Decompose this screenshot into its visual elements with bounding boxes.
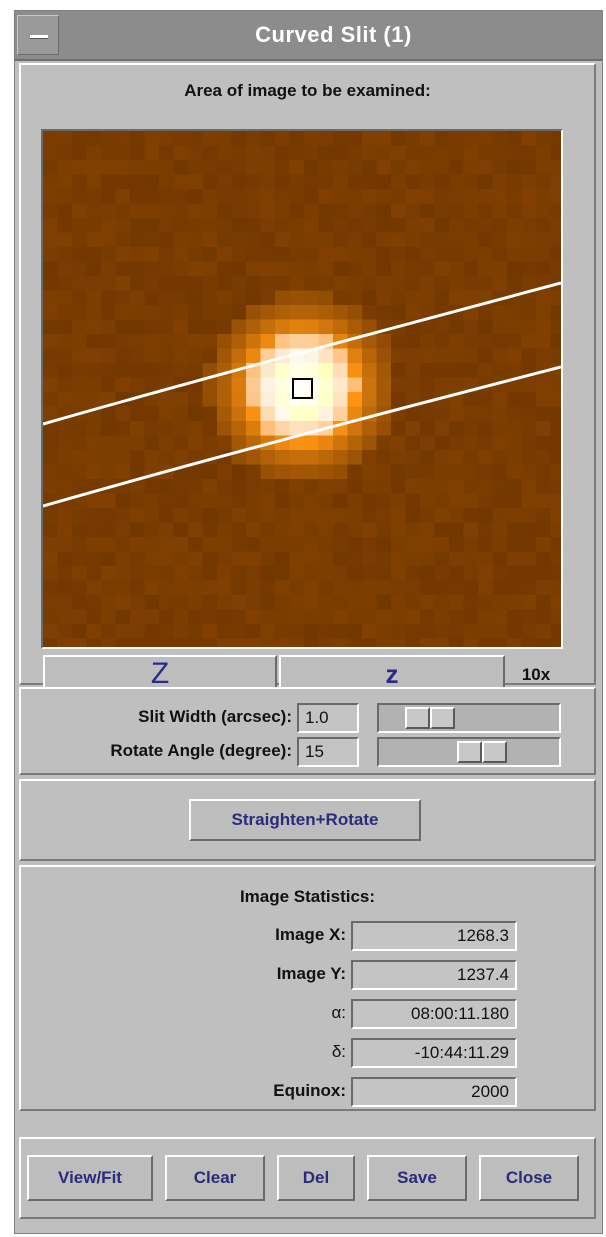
alpha-label: α: xyxy=(331,1003,346,1022)
slit-width-label: Slit Width (arcsec): xyxy=(138,707,292,726)
rotate-angle-slider-thumb[interactable] xyxy=(457,741,507,763)
rotate-angle-slider[interactable] xyxy=(377,737,561,767)
minimize-icon xyxy=(30,35,48,38)
slit-width-field[interactable]: 1.0 xyxy=(297,703,359,733)
close-button[interactable]: Close xyxy=(479,1155,579,1201)
straighten-rotate-button[interactable]: Straighten+Rotate xyxy=(189,799,421,841)
image-x-label: Image X: xyxy=(275,925,346,944)
view-fit-button[interactable]: View/Fit xyxy=(27,1155,153,1201)
image-viewer[interactable] xyxy=(41,129,563,649)
rotate-angle-field[interactable]: 15 xyxy=(297,737,359,767)
image-y-label: Image Y: xyxy=(276,964,346,983)
save-button[interactable]: Save xyxy=(367,1155,467,1201)
window-menu-button[interactable] xyxy=(17,15,59,55)
title-bar[interactable]: Curved Slit (1) xyxy=(15,11,602,61)
clear-button[interactable]: Clear xyxy=(165,1155,265,1201)
image-area-title: Area of image to be examined: xyxy=(184,81,431,100)
slit-width-slider-thumb[interactable] xyxy=(405,707,455,729)
slit-settings-section: Slit Width (arcsec): 1.0 Rotate Angle (d… xyxy=(19,687,596,775)
delta-value: -10:44:11.29 xyxy=(351,1038,517,1068)
del-button[interactable]: Del xyxy=(277,1155,355,1201)
curved-slit-window: Curved Slit (1) Area of image to be exam… xyxy=(14,10,603,1234)
delta-label: δ: xyxy=(331,1042,346,1061)
straighten-section: Straighten+Rotate xyxy=(19,779,596,861)
rotate-angle-label: Rotate Angle (degree): xyxy=(110,741,292,760)
image-y-value: 1237.4 xyxy=(351,960,517,990)
image-canvas[interactable] xyxy=(43,131,561,647)
equinox-value: 2000 xyxy=(351,1077,517,1107)
image-statistics-title: Image Statistics: xyxy=(239,887,376,906)
alpha-value: 08:00:11.180 xyxy=(351,999,517,1029)
bottom-button-bar: View/Fit Clear Del Save Close xyxy=(19,1137,596,1219)
image-section: Area of image to be examined: Z z 10x xyxy=(19,63,596,695)
slit-width-slider[interactable] xyxy=(377,703,561,733)
image-statistics-section: Image Statistics: Image X: 1268.3 Image … xyxy=(19,865,596,1111)
equinox-label: Equinox: xyxy=(273,1081,346,1100)
window-title: Curved Slit (1) xyxy=(255,22,412,47)
image-x-value: 1268.3 xyxy=(351,921,517,951)
